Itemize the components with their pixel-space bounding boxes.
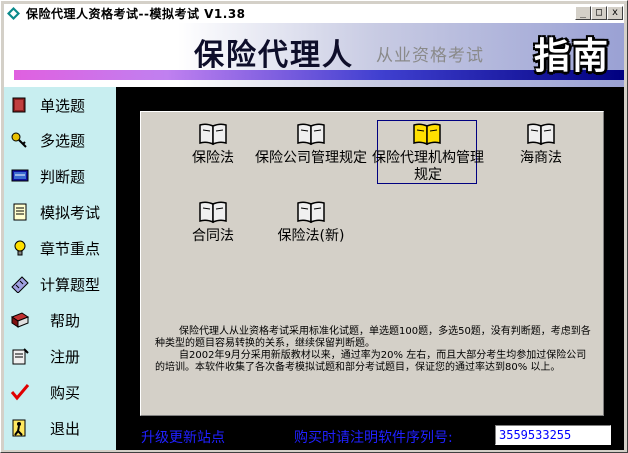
sidebar-item-calculation[interactable]: 计算题型 bbox=[10, 269, 114, 299]
sidebar-item-label: 注册 bbox=[50, 348, 81, 366]
sidebar-item-label: 章节重点 bbox=[40, 240, 101, 258]
monitor-icon bbox=[11, 169, 29, 182]
sidebar-item-label: 计算题型 bbox=[40, 276, 101, 294]
register-icon bbox=[12, 348, 29, 365]
description-paragraph: 保险代理人从业资格考试采用标准化试题，单选题100题，多选50题，没有判断题，考… bbox=[155, 326, 591, 349]
sidebar-item-label: 帮助 bbox=[50, 312, 81, 330]
book-contract-law[interactable]: 合同法 bbox=[163, 200, 263, 264]
minimize-button[interactable]: _ bbox=[575, 6, 591, 20]
title-bar[interactable]: 保险代理人资格考试--模拟考试 V1.38 _ □ x bbox=[4, 4, 624, 23]
book-label: 海商法 bbox=[520, 150, 562, 166]
sidebar-item-multi-choice[interactable]: 多选题 bbox=[10, 125, 114, 155]
serial-number-field[interactable]: 3559533255 bbox=[495, 425, 611, 445]
book-maritime-law[interactable]: 海商法 bbox=[491, 122, 591, 186]
exit-door-icon bbox=[12, 419, 26, 437]
book-agency-regulations[interactable]: 保险代理机构管理规定 bbox=[372, 120, 484, 184]
book-insurance-law[interactable]: 保险法 bbox=[163, 122, 263, 186]
purchase-note: 购买时请注明软件序列号: bbox=[294, 430, 453, 446]
book-label: 保险公司管理规定 bbox=[255, 150, 367, 166]
sidebar-item-help[interactable]: 帮助 bbox=[10, 305, 114, 335]
book-label: 保险法(新) bbox=[277, 228, 345, 244]
sidebar-item-purchase[interactable]: 购买 bbox=[10, 377, 114, 407]
open-book-icon bbox=[199, 123, 227, 146]
close-button[interactable]: x bbox=[607, 6, 623, 20]
window-title: 保险代理人资格考试--模拟考试 V1.38 bbox=[26, 7, 246, 21]
book-insurance-law-new[interactable]: 保险法(新) bbox=[261, 200, 361, 264]
help-book-icon bbox=[10, 312, 30, 328]
banner-title: 保险代理人 bbox=[194, 38, 354, 73]
open-book-icon bbox=[527, 123, 555, 146]
app-window: 保险代理人资格考试--模拟考试 V1.38 _ □ x 保险代理人 从业资格考试… bbox=[0, 0, 628, 453]
book-insurance-company-regulations[interactable]: 保险公司管理规定 bbox=[255, 122, 367, 186]
open-book-icon bbox=[199, 201, 227, 224]
open-book-icon bbox=[297, 201, 325, 224]
app-diamond-icon bbox=[7, 7, 20, 20]
sidebar-item-label: 单选题 bbox=[40, 97, 86, 115]
maximize-button[interactable]: □ bbox=[591, 6, 607, 20]
book-selection-panel: 保险法 保险公司管理规定 保险代理机构管理规定 海商法 合同法 保险法(新) 保… bbox=[140, 111, 604, 416]
sidebar-item-label: 多选题 bbox=[40, 132, 86, 150]
sidebar-item-true-false[interactable]: 判断题 bbox=[10, 161, 114, 191]
main-area: 保险法 保险公司管理规定 保险代理机构管理规定 海商法 合同法 保险法(新) 保… bbox=[116, 87, 624, 450]
key-icon bbox=[11, 132, 27, 148]
lightbulb-icon bbox=[14, 240, 26, 256]
exam-description: 保险代理人从业资格考试采用标准化试题，单选题100题，多选50题，没有判断题，考… bbox=[155, 326, 591, 374]
book-label: 保险代理机构管理规定 bbox=[372, 150, 484, 183]
banner-gradient-strip bbox=[14, 70, 624, 80]
sidebar-item-exit[interactable]: 退出 bbox=[10, 413, 114, 443]
sidebar: 单选题 多选题 判断题 模拟考试 章节重点 计算题型 帮助 注册 购买 退出 bbox=[4, 87, 116, 450]
document-icon bbox=[13, 203, 27, 221]
ruler-icon bbox=[11, 276, 29, 293]
checkmark-icon bbox=[10, 384, 30, 401]
sidebar-item-label: 退出 bbox=[50, 420, 81, 438]
sidebar-item-label: 判断题 bbox=[40, 168, 86, 186]
sidebar-item-single-choice[interactable]: 单选题 bbox=[10, 90, 114, 120]
header-banner: 保险代理人 从业资格考试 指南 bbox=[4, 23, 624, 87]
upgrade-site-link[interactable]: 升级更新站点 bbox=[141, 427, 225, 447]
book-icon bbox=[12, 97, 26, 113]
sidebar-item-label: 购买 bbox=[50, 384, 81, 402]
open-book-icon bbox=[413, 123, 441, 146]
open-book-icon bbox=[297, 123, 325, 146]
description-paragraph: 自2002年9月分采用新版教材以来，通过率为20% 左右，而且大部分考生均参加过… bbox=[155, 350, 587, 373]
banner-logo: 指南 bbox=[534, 36, 611, 77]
banner-subtitle: 从业资格考试 bbox=[376, 46, 484, 66]
sidebar-item-label: 模拟考试 bbox=[40, 204, 101, 222]
sidebar-item-mock-exam[interactable]: 模拟考试 bbox=[10, 197, 114, 227]
sidebar-item-chapter-keypoints[interactable]: 章节重点 bbox=[10, 233, 114, 263]
sidebar-item-register[interactable]: 注册 bbox=[10, 341, 114, 371]
